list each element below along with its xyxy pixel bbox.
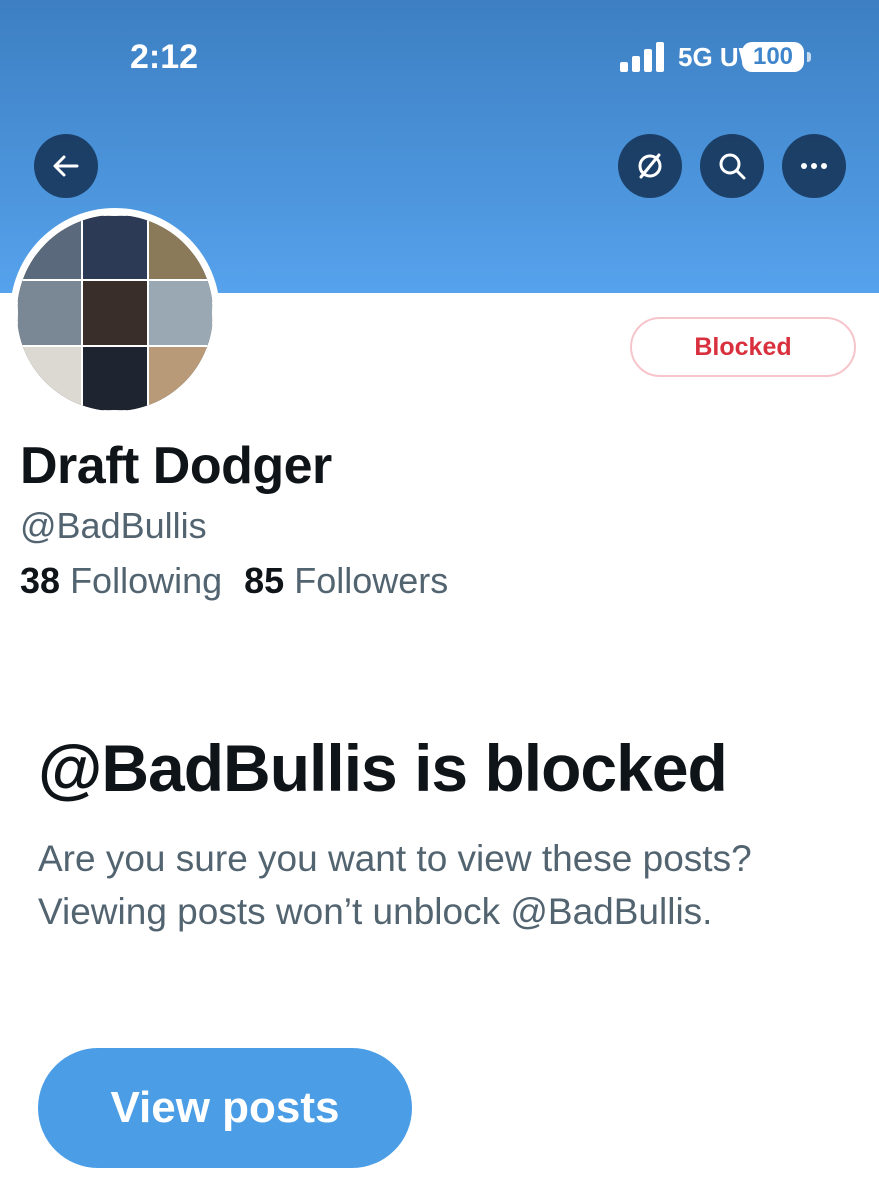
blocked-title: @BadBullis is blocked [38, 731, 728, 805]
following-label: Following [70, 560, 223, 601]
following-count: 38 [20, 560, 61, 601]
slashed-circle-icon [638, 153, 662, 179]
battery-level: 100 [752, 43, 794, 70]
battery-icon: 100 [742, 42, 804, 72]
status-time: 2:12 [130, 38, 199, 76]
followers-label: Followers [294, 560, 449, 601]
more-button[interactable] [782, 134, 846, 198]
signal-strength-icon [620, 42, 664, 72]
arrow-left-icon [53, 155, 79, 177]
search-button[interactable] [700, 134, 764, 198]
search-icon [719, 153, 746, 180]
blocked-button[interactable]: Blocked [630, 317, 856, 377]
blocked-label: Blocked [694, 332, 792, 361]
avatar[interactable] [10, 208, 220, 418]
back-button[interactable] [34, 134, 98, 198]
unfollow-button[interactable] [618, 134, 682, 198]
avatar-image [17, 215, 213, 411]
more-dots-icon [801, 163, 827, 169]
follow-counts: 38 Following 85 Followers [20, 560, 448, 602]
following-link[interactable]: 38 Following [20, 560, 222, 601]
view-posts-button[interactable]: View posts [38, 1048, 412, 1168]
blocked-description: Are you sure you want to view these post… [38, 838, 752, 932]
followers-link[interactable]: 85 Followers [244, 560, 448, 601]
followers-count: 85 [244, 560, 285, 601]
user-handle: @BadBullis [20, 505, 207, 546]
view-posts-label: View posts [110, 1083, 340, 1132]
battery-tip [807, 52, 811, 62]
display-name: Draft Dodger [20, 437, 332, 495]
